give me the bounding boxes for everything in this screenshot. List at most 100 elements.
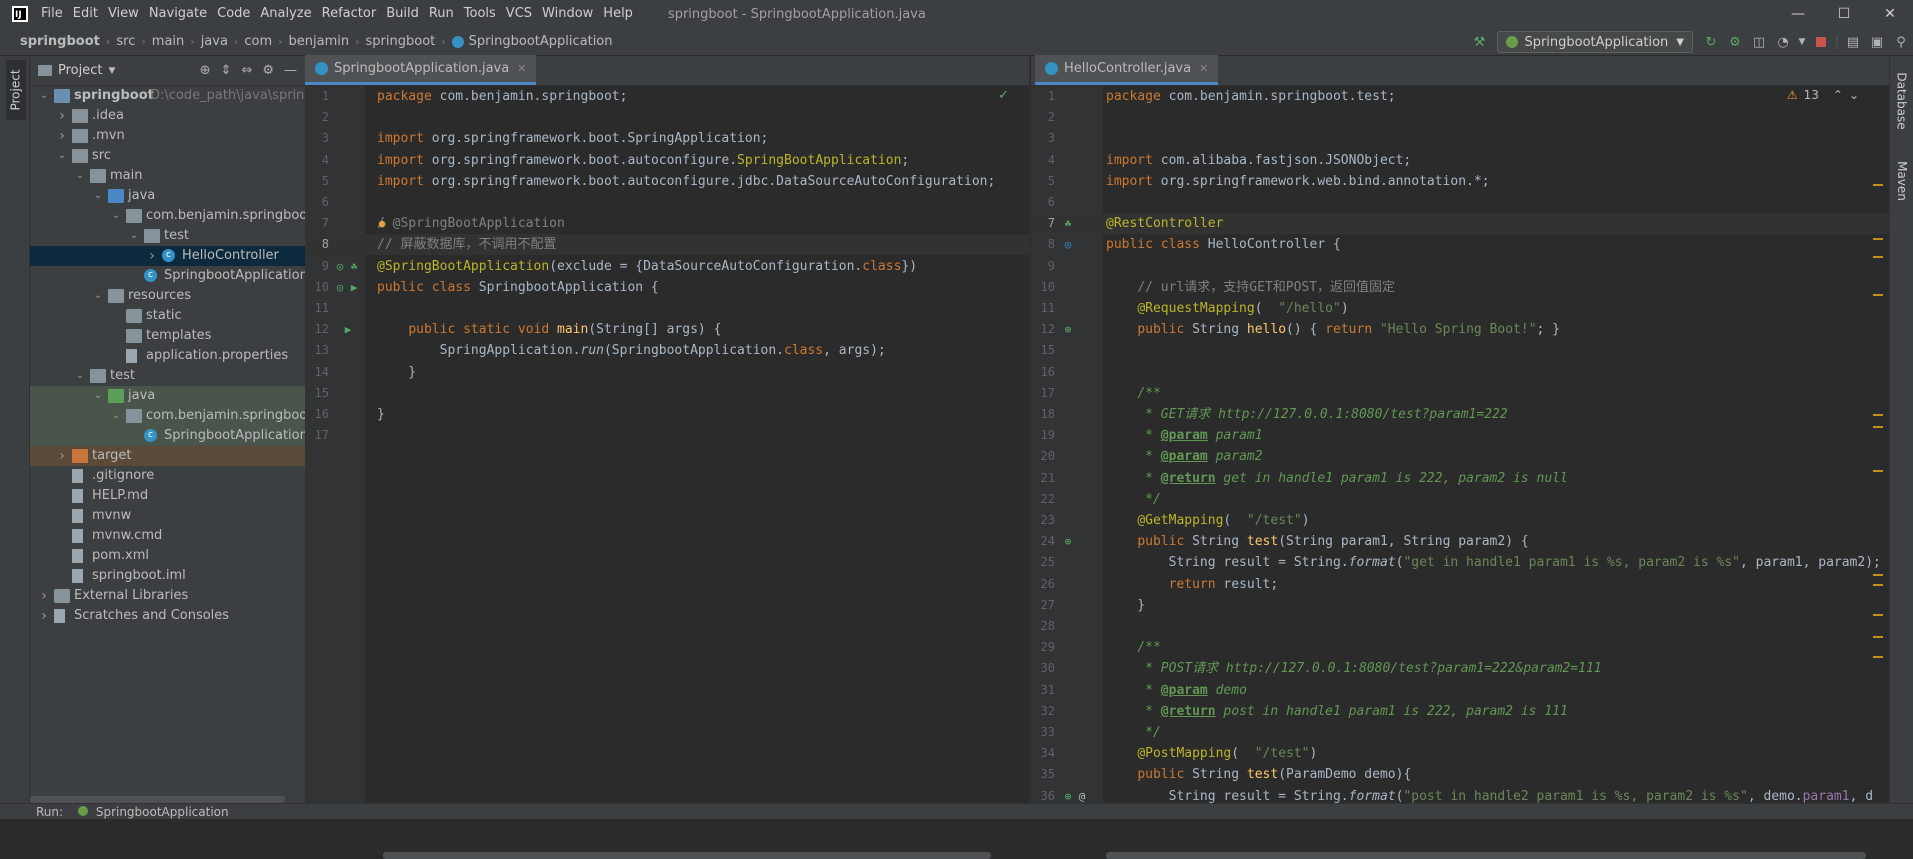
breadcrumb-item[interactable]: com › — [244, 34, 288, 49]
close-button[interactable]: ✕ — [1867, 0, 1913, 28]
tree-item[interactable]: ⌄ springbootD:\code_path\java\springbo — [30, 86, 305, 106]
tab-hello-controller[interactable]: HelloController.java ✕ — [1035, 55, 1219, 85]
tree-item[interactable]: › External Libraries — [30, 586, 305, 606]
debug-icon[interactable]: ⚙ — [1723, 28, 1747, 56]
menu-item-analyze[interactable]: Analyze — [255, 0, 316, 28]
tree-item[interactable]: ⌄ test — [30, 226, 305, 246]
expand-all-icon[interactable]: ⇕ — [221, 63, 232, 78]
layout-icon[interactable]: ▣ — [1865, 28, 1889, 56]
menu-item-build[interactable]: Build — [381, 0, 424, 28]
run-gutter-icon[interactable]: ▶ — [341, 319, 355, 340]
horizontal-scrollbar[interactable] — [30, 796, 285, 803]
hide-icon[interactable]: — — [284, 63, 297, 78]
database-tool-tab[interactable]: Database — [1892, 66, 1912, 136]
tree-item[interactable]: ⌄ test — [30, 366, 305, 386]
run-configuration-select[interactable]: SpringbootApplication ▼ — [1497, 31, 1693, 53]
tree-item[interactable]: templates — [30, 326, 305, 346]
chevron-down-icon[interactable]: ⌄ — [92, 386, 104, 406]
tree-item[interactable]: › Scratches and Consoles — [30, 606, 305, 626]
tree-item[interactable]: .gitignore — [30, 466, 305, 486]
menu-item-navigate[interactable]: Navigate — [144, 0, 212, 28]
close-tab-icon[interactable]: ✕ — [1199, 62, 1208, 75]
maximize-button[interactable]: ☐ — [1821, 0, 1867, 28]
tree-item[interactable]: springboot.iml — [30, 566, 305, 586]
horizontal-scrollbar[interactable] — [1106, 852, 1866, 859]
collapse-all-icon[interactable]: ⇔ — [241, 63, 252, 78]
breadcrumb-item[interactable]: main › — [152, 34, 201, 49]
menu-item-run[interactable]: Run — [424, 0, 459, 28]
breadcrumb-item[interactable]: java › — [201, 34, 245, 49]
breadcrumb-item[interactable]: springboot › — [366, 34, 452, 49]
chevron-right-icon[interactable]: › — [56, 126, 68, 146]
more-run-options-icon[interactable]: ▼ — [1795, 28, 1809, 56]
menu-item-window[interactable]: Window — [537, 0, 598, 28]
breadcrumb-item[interactable]: src › — [116, 34, 151, 49]
menu-item-file[interactable]: File — [36, 0, 68, 28]
chevron-down-icon[interactable]: ⌄ — [110, 406, 122, 426]
stop-icon[interactable] — [1809, 28, 1833, 56]
tree-item[interactable]: mvnw — [30, 506, 305, 526]
tree-item[interactable]: static — [30, 306, 305, 326]
menu-item-edit[interactable]: Edit — [68, 0, 103, 28]
menu-item-view[interactable]: View — [103, 0, 144, 28]
tree-item[interactable]: ⌄ main — [30, 166, 305, 186]
chevron-down-icon[interactable]: ⌄ — [74, 366, 86, 386]
chevron-right-icon[interactable]: › — [38, 606, 50, 626]
tree-item[interactable]: c SpringbootApplicationTe — [30, 426, 305, 446]
project-tool-tab[interactable]: Project — [6, 60, 26, 120]
horizontal-scrollbar[interactable] — [383, 852, 991, 859]
chevron-down-icon[interactable]: ▼ — [108, 66, 115, 76]
breadcrumb-item[interactable]: benjamin › — [289, 34, 366, 49]
project-structure-icon[interactable]: ▤ — [1841, 28, 1865, 56]
chevron-right-icon[interactable]: › — [146, 246, 158, 266]
locate-icon[interactable]: ⊕ — [200, 63, 211, 78]
code-editor[interactable]: ✓ 1 package com.benjamin.springboot; 2 3 imp… — [305, 86, 1029, 859]
endpoint-icon[interactable]: ⊕ — [1061, 531, 1075, 552]
build-hammer-icon[interactable]: ⚒ — [1467, 28, 1491, 56]
code-editor[interactable]: ⚠ 13 ⌃ ⌄ 1 package com.benjamin.springboo… — [1031, 86, 1889, 859]
tree-item[interactable]: ⌄ resources — [30, 286, 305, 306]
coverage-icon[interactable]: ◫ — [1747, 28, 1771, 56]
close-tab-icon[interactable]: ✕ — [517, 62, 526, 75]
endpoint-icon[interactable]: ⊕ — [1061, 319, 1075, 340]
tree-item[interactable]: ⌄ java — [30, 186, 305, 206]
tree-item[interactable]: application.properties — [30, 346, 305, 366]
tree-item[interactable]: pom.xml — [30, 546, 305, 566]
search-everywhere-icon[interactable]: ⚲ — [1889, 28, 1913, 56]
bean-icon[interactable]: ◎ — [333, 277, 347, 298]
menu-item-code[interactable]: Code — [212, 0, 255, 28]
maven-tool-tab[interactable]: Maven — [1892, 146, 1912, 216]
spring-icon[interactable]: ☘ — [1061, 213, 1075, 234]
bean-icon[interactable]: ◎ — [1061, 234, 1075, 255]
breadcrumb-item[interactable]: springboot › — [20, 34, 116, 49]
gear-icon[interactable]: ⚙ — [262, 63, 274, 78]
tree-item[interactable]: ⌄ java — [30, 386, 305, 406]
spring-icon[interactable]: ☘ — [347, 256, 361, 277]
minimize-button[interactable]: — — [1775, 0, 1821, 28]
tree-item[interactable]: HELP.md — [30, 486, 305, 506]
tree-item[interactable]: › target — [30, 446, 305, 466]
chevron-down-icon[interactable]: ⌄ — [56, 146, 68, 166]
bean-icon[interactable]: ◎ — [333, 256, 347, 277]
tree-item[interactable]: ⌄ com.benjamin.springboot — [30, 406, 305, 426]
tree-item[interactable]: › .mvn — [30, 126, 305, 146]
tree-item[interactable]: mvnw.cmd — [30, 526, 305, 546]
chevron-down-icon[interactable]: ⌄ — [92, 286, 104, 306]
chevron-down-icon[interactable]: ⌄ — [74, 166, 86, 186]
tree-item[interactable]: ⌄ src — [30, 146, 305, 166]
run-gutter-icon[interactable]: ▶ — [347, 277, 361, 298]
chevron-down-icon[interactable]: ⌄ — [38, 86, 50, 106]
run-tab[interactable]: SpringbootApplication — [78, 804, 229, 820]
menu-item-help[interactable]: Help — [598, 0, 638, 28]
profile-icon[interactable]: ◔ — [1771, 28, 1795, 56]
chevron-down-icon[interactable]: ⌄ — [92, 186, 104, 206]
menu-item-refactor[interactable]: Refactor — [317, 0, 382, 28]
menu-item-vcs[interactable]: VCS — [501, 0, 537, 28]
rerun-icon[interactable]: ↻ — [1699, 28, 1723, 56]
chevron-right-icon[interactable]: › — [56, 106, 68, 126]
intention-bulb-icon[interactable]: ● — [375, 213, 389, 234]
project-view-selector[interactable]: Project — [58, 63, 102, 78]
chevron-down-icon[interactable]: ⌄ — [128, 226, 140, 246]
breadcrumb-item[interactable]: SpringbootApplication — [451, 34, 613, 49]
chevron-right-icon[interactable]: › — [38, 586, 50, 606]
